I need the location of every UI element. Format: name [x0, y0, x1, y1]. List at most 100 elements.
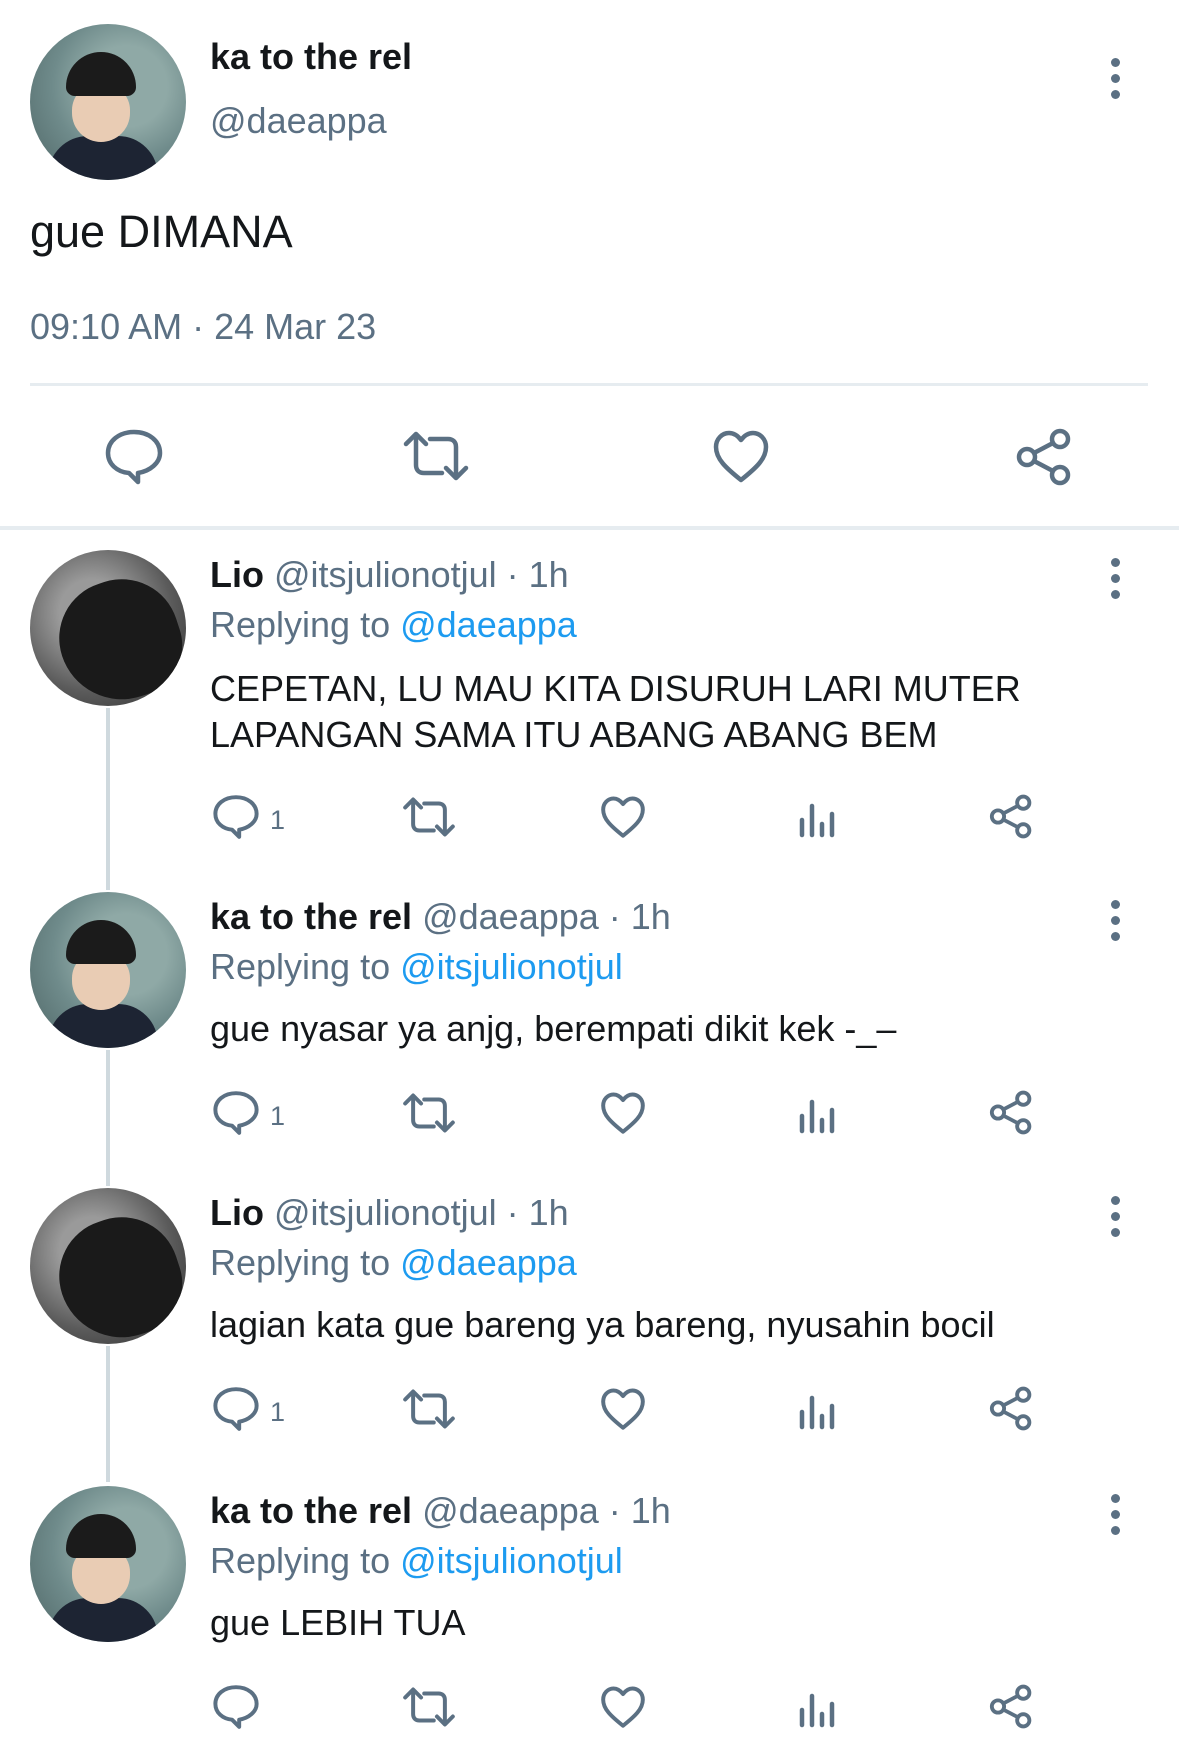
share-button[interactable] — [1014, 428, 1074, 486]
analytics-icon — [799, 1395, 835, 1430]
like-icon — [601, 796, 645, 838]
mention-link[interactable]: @itsjulionotjul — [400, 946, 623, 987]
replying-to: Replying to @daeappa — [210, 1242, 577, 1284]
share-button[interactable] — [988, 1684, 1034, 1729]
replying-to-label: Replying to — [210, 604, 401, 645]
more-options-icon[interactable] — [1103, 900, 1127, 948]
avatar[interactable] — [30, 1486, 186, 1642]
thread-line — [106, 708, 110, 890]
thread-line — [106, 1346, 110, 1482]
like-button[interactable] — [712, 430, 770, 484]
divider — [30, 383, 1148, 386]
reply-icon — [213, 795, 259, 839]
analytics-icon — [799, 1693, 835, 1728]
like-button[interactable] — [600, 1686, 646, 1729]
replying-to: Replying to @itsjulionotjul — [210, 946, 623, 988]
avatar[interactable] — [30, 892, 186, 1048]
author-name[interactable]: Lio — [210, 554, 264, 595]
reply-header: Lio @itsjulionotjul · 1h — [210, 1192, 569, 1234]
retweet-button[interactable] — [402, 1388, 456, 1430]
reply-header: Lio @itsjulionotjul · 1h — [210, 554, 569, 596]
retweet-icon — [403, 1687, 455, 1727]
handle-time: @daeappa · 1h — [422, 1490, 671, 1531]
analytics-icon — [799, 1099, 835, 1134]
retweet-button[interactable] — [402, 1092, 456, 1134]
more-options-icon[interactable] — [1103, 1196, 1127, 1244]
views-button[interactable] — [798, 800, 836, 838]
reply-text: gue LEBIH TUA — [210, 1602, 466, 1643]
replying-to: Replying to @daeappa — [210, 604, 577, 646]
avatar[interactable] — [30, 550, 186, 706]
mention-link[interactable]: @daeappa — [400, 1242, 577, 1283]
reply-icon — [213, 1387, 259, 1431]
reply-count: 1 — [270, 804, 286, 835]
reply-text-line: CEPETAN, LU MAU KITA DISURUH LARI MUTER — [210, 668, 1021, 709]
reply-text: gue nyasar ya anjg, berempati dikit kek … — [210, 1008, 897, 1049]
tweet-time: 09:10 AM — [30, 306, 183, 347]
share-button[interactable] — [988, 1386, 1034, 1431]
author-handle[interactable]: @daeappa — [210, 100, 387, 142]
author-name[interactable]: ka to the rel — [210, 1490, 412, 1531]
like-button[interactable] — [600, 1092, 646, 1135]
reply-count: 1 — [270, 1396, 286, 1427]
reply-text: lagian kata gue bareng ya bareng, nyusah… — [210, 1304, 995, 1345]
retweet-button[interactable] — [402, 796, 456, 838]
replying-to-label: Replying to — [210, 1540, 401, 1581]
more-options-icon[interactable] — [1103, 58, 1127, 106]
views-button[interactable] — [798, 1096, 836, 1134]
reply-button[interactable]: 1 — [212, 1090, 285, 1136]
like-icon — [601, 1388, 645, 1430]
handle-time: @itsjulionotjul · 1h — [274, 554, 569, 595]
more-options-icon[interactable] — [1103, 1494, 1127, 1542]
avatar[interactable] — [30, 24, 186, 180]
share-icon — [989, 1090, 1032, 1135]
like-icon — [601, 1686, 645, 1728]
tweet-text: gue DIMANA — [30, 206, 293, 257]
mention-link[interactable]: @daeappa — [400, 604, 577, 645]
reply-icon — [213, 1685, 259, 1729]
like-icon — [713, 430, 769, 483]
timestamp-separator: · — [182, 306, 215, 347]
handle-time: @daeappa · 1h — [422, 896, 671, 937]
avatar[interactable] — [30, 1188, 186, 1344]
like-button[interactable] — [600, 796, 646, 839]
retweet-icon — [403, 1093, 455, 1133]
tweet-timestamp: 09:10 AM · 24 Mar 23 — [30, 306, 376, 348]
reply-text-line: LAPANGAN SAMA ITU ABANG ABANG BEM — [210, 714, 938, 755]
author-name[interactable]: ka to the rel — [210, 896, 412, 937]
replying-to-label: Replying to — [210, 1242, 401, 1283]
author-name[interactable]: Lio — [210, 1192, 264, 1233]
share-icon — [989, 794, 1032, 839]
more-options-icon[interactable] — [1103, 558, 1127, 606]
replying-to-label: Replying to — [210, 946, 401, 987]
share-icon — [989, 1386, 1032, 1431]
reply-count: 1 — [270, 1100, 286, 1131]
replying-to: Replying to @itsjulionotjul — [210, 1540, 623, 1582]
reply-header: ka to the rel @daeappa · 1h — [210, 896, 671, 938]
retweet-button[interactable] — [402, 430, 470, 482]
share-icon — [1016, 428, 1071, 486]
reply-icon — [213, 1091, 259, 1135]
analytics-icon — [799, 803, 835, 838]
handle-time: @itsjulionotjul · 1h — [274, 1192, 569, 1233]
thread-line — [106, 1050, 110, 1186]
share-icon — [989, 1684, 1032, 1729]
share-button[interactable] — [988, 794, 1034, 839]
reply-button[interactable]: 1 — [212, 794, 285, 840]
share-button[interactable] — [988, 1090, 1034, 1135]
mention-link[interactable]: @itsjulionotjul — [400, 1540, 623, 1581]
like-button[interactable] — [600, 1388, 646, 1431]
like-icon — [601, 1092, 645, 1134]
author-name[interactable]: ka to the rel — [210, 36, 412, 78]
reply-button[interactable] — [104, 428, 164, 486]
retweet-icon — [403, 797, 455, 837]
divider — [0, 526, 1179, 530]
views-button[interactable] — [798, 1690, 836, 1728]
reply-icon — [105, 429, 163, 485]
retweet-button[interactable] — [402, 1686, 456, 1728]
reply-button[interactable] — [212, 1684, 260, 1730]
reply-button[interactable]: 1 — [212, 1386, 285, 1432]
reply-header: ka to the rel @daeappa · 1h — [210, 1490, 671, 1532]
reply-text: CEPETAN, LU MAU KITA DISURUH LARI MUTER … — [210, 666, 1021, 758]
views-button[interactable] — [798, 1392, 836, 1430]
